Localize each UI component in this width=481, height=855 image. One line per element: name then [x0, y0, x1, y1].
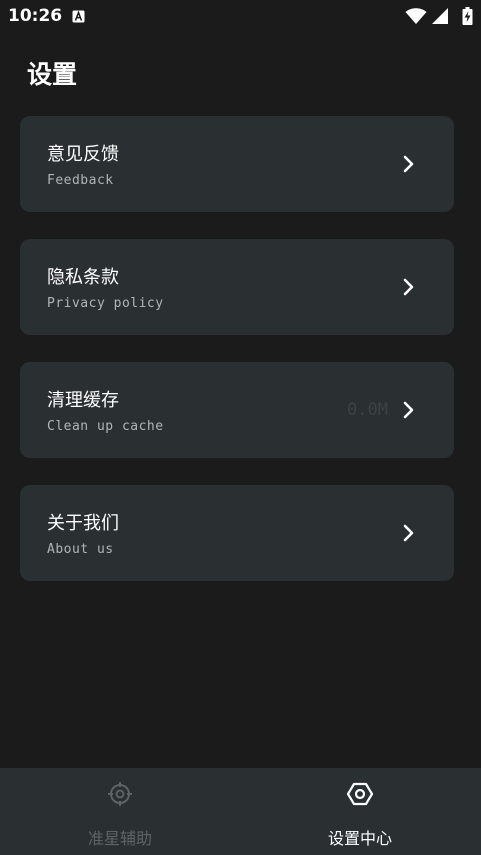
tab-label: 准星辅助: [87, 829, 152, 848]
settings-item-privacy[interactable]: 隐私条款 Privacy policy: [20, 239, 454, 335]
settings-item-clear-cache[interactable]: 清理缓存 Clean up cache 0.0M: [20, 362, 454, 458]
settings-item-subtitle: Feedback: [47, 173, 114, 188]
settings-item-title: 关于我们: [47, 513, 119, 534]
bottom-nav: 准星辅助 设置中心: [0, 768, 481, 855]
a-square-icon: [72, 10, 85, 23]
chevron-right-icon: [403, 278, 414, 296]
crosshair-icon: [108, 782, 132, 806]
wifi-icon: [405, 8, 427, 24]
screen: 10:26 设置 意见反馈 Feedback 隐私条款 Privacy poli…: [0, 0, 481, 855]
settings-item-about[interactable]: 关于我们 About us: [20, 485, 454, 581]
status-time: 10:26: [8, 6, 63, 26]
tab-settings-center[interactable]: 设置中心: [240, 768, 480, 855]
signal-icon: [432, 8, 448, 24]
page-title: 设置: [27, 60, 78, 89]
settings-item-title: 清理缓存: [47, 390, 119, 411]
status-bar: 10:26: [0, 0, 481, 34]
chevron-right-icon: [403, 155, 414, 173]
settings-item-subtitle: About us: [47, 542, 114, 557]
tab-crosshair-assist[interactable]: 准星辅助: [0, 768, 240, 855]
settings-item-subtitle: Clean up cache: [47, 419, 164, 434]
tab-label: 设置中心: [327, 829, 392, 848]
battery-charging-icon: [462, 7, 473, 25]
settings-item-title: 隐私条款: [47, 267, 119, 288]
settings-item-subtitle: Privacy policy: [47, 296, 164, 311]
settings-hexagon-icon: [346, 782, 374, 806]
chevron-right-icon: [403, 401, 414, 419]
cache-size-value: 0.0M: [347, 400, 388, 420]
chevron-right-icon: [403, 524, 414, 542]
settings-item-feedback[interactable]: 意见反馈 Feedback: [20, 116, 454, 212]
settings-item-title: 意见反馈: [47, 144, 119, 165]
